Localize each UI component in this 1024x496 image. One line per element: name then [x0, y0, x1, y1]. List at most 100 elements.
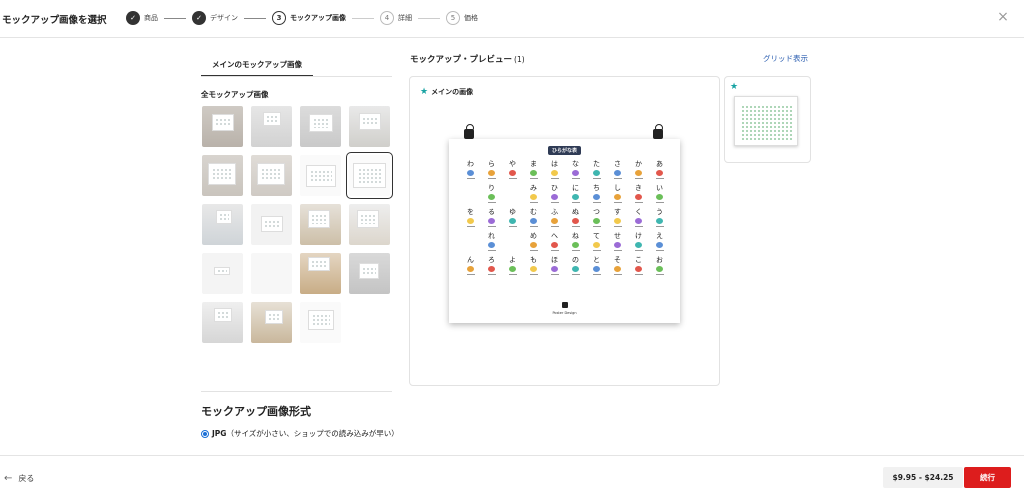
kana-cell: め: [523, 232, 544, 256]
mockup-thumbnail[interactable]: [251, 106, 292, 147]
kana-cell: は: [544, 160, 565, 184]
illustration-icon: [488, 242, 495, 248]
kana-cell: [502, 232, 523, 256]
illustration-icon: [635, 170, 642, 176]
kana-cell: す: [607, 208, 628, 232]
logo-mark-icon: [561, 302, 568, 308]
kana-cell: つ: [586, 208, 607, 232]
mockup-thumbnail[interactable]: [349, 204, 390, 245]
kana-cell: ち: [586, 184, 607, 208]
kana-cell: お: [649, 256, 670, 280]
illustration-icon: [614, 170, 621, 176]
illustration-icon: [467, 218, 474, 224]
mockup-thumbnail[interactable]: [251, 204, 292, 245]
illustration-icon: [488, 218, 495, 224]
kana-char: て: [593, 232, 600, 240]
mockup-thumbnail[interactable]: [202, 302, 243, 343]
mockup-thumbnail[interactable]: [202, 106, 243, 147]
section-divider: [201, 391, 392, 392]
kana-char: よ: [509, 256, 516, 264]
mockup-thumbnail[interactable]: [202, 155, 243, 196]
mockup-thumbnail[interactable]: [251, 302, 292, 343]
step-connector: [244, 17, 266, 19]
kana-cell: り: [481, 184, 502, 208]
illustration-icon: [551, 242, 558, 248]
illustration-icon: [530, 194, 537, 200]
illustration-icon: [572, 170, 579, 176]
tab-main-mockup[interactable]: メインのモックアップ画像: [201, 55, 313, 77]
kana-char: そ: [614, 256, 621, 264]
kana-cell: る: [481, 208, 502, 232]
thumbnail-poster: [309, 114, 333, 132]
kana-cell: え: [649, 232, 670, 256]
mockup-thumbnail[interactable]: [300, 204, 341, 245]
mockup-thumbnail[interactable]: [300, 302, 341, 343]
illustration-icon: [614, 242, 621, 248]
poster-logo: Poster Design: [449, 301, 680, 315]
kana-char: へ: [551, 232, 558, 240]
format-heading: モックアップ画像形式: [201, 405, 311, 418]
kana-char: ふ: [551, 208, 558, 216]
mockup-thumbnail[interactable]: [349, 106, 390, 147]
caption-line: [634, 202, 643, 203]
thumbnail-poster: [208, 163, 236, 185]
kana-char: は: [551, 160, 558, 168]
top-bar: モックアップ画像を選択 ✓ 商品 ✓ デザイン 3 モックアップ画像 4 詳細 5 価格 ×: [0, 0, 1024, 38]
kana-cell: み: [523, 184, 544, 208]
caption-line: [508, 274, 517, 275]
mockup-thumbnail[interactable]: [202, 253, 243, 294]
illustration-icon: [530, 242, 537, 248]
mockup-thumbnail[interactable]: [300, 106, 341, 147]
caption-line: [508, 178, 517, 179]
kana-char: も: [530, 256, 537, 264]
kana-cell: を: [460, 208, 481, 232]
poster-title-text: ひらがな表: [547, 146, 581, 155]
caption-line: [634, 250, 643, 251]
check-icon: ✓: [192, 11, 206, 25]
mockup-thumbnail[interactable]: [300, 155, 341, 196]
illustration-icon: [551, 194, 558, 200]
step-4: 4 詳細: [380, 11, 446, 25]
kana-cell: あ: [649, 160, 670, 184]
illustration-icon: [593, 194, 600, 200]
illustration-icon: [467, 266, 474, 272]
caption-line: [592, 202, 601, 203]
kana-cell: ら: [481, 160, 502, 184]
mockup-thumbnail[interactable]: [202, 204, 243, 245]
jpg-radio[interactable]: [201, 430, 209, 438]
caption-line: [466, 178, 475, 179]
thumbnail-poster: [261, 216, 283, 232]
illustration-icon: [488, 194, 495, 200]
kana-cell: ね: [565, 232, 586, 256]
illustration-icon: [635, 194, 642, 200]
thumbnail-poster: [357, 210, 379, 228]
illustration-icon: [656, 266, 663, 272]
step-number: 5: [446, 11, 460, 25]
grid-view-link[interactable]: グリッド表示: [763, 53, 808, 64]
kana-char: ろ: [488, 256, 495, 264]
illustration-icon: [656, 170, 663, 176]
caption-line: [466, 274, 475, 275]
kana-char: に: [572, 184, 579, 192]
mockup-thumbnail[interactable]: [251, 155, 292, 196]
thumbnail-poster: [216, 210, 232, 224]
step-5: 5 価格: [446, 11, 478, 25]
kana-char: み: [530, 184, 537, 192]
mockup-thumbnail[interactable]: [346, 152, 393, 199]
kana-char: ち: [593, 184, 600, 192]
mockup-thumbnail[interactable]: [349, 253, 390, 294]
step-label: 商品: [144, 14, 158, 22]
illustration-icon: [572, 194, 579, 200]
caption-line: [613, 226, 622, 227]
kana-char: こ: [635, 256, 642, 264]
continue-button[interactable]: 続行: [964, 467, 1011, 488]
kana-cell: [460, 184, 481, 208]
format-option-jpg[interactable]: JPG（サイズが小さい、ショップでの読み込みが早い）: [201, 428, 401, 440]
mockup-thumbnail[interactable]: [251, 253, 292, 294]
mockup-thumbnail[interactable]: [300, 253, 341, 294]
back-button[interactable]: ← 戻る: [4, 473, 34, 484]
close-icon[interactable]: ×: [996, 10, 1010, 24]
caption-line: [571, 274, 580, 275]
kana-cell: こ: [628, 256, 649, 280]
thumbnail-poster: [308, 257, 330, 271]
